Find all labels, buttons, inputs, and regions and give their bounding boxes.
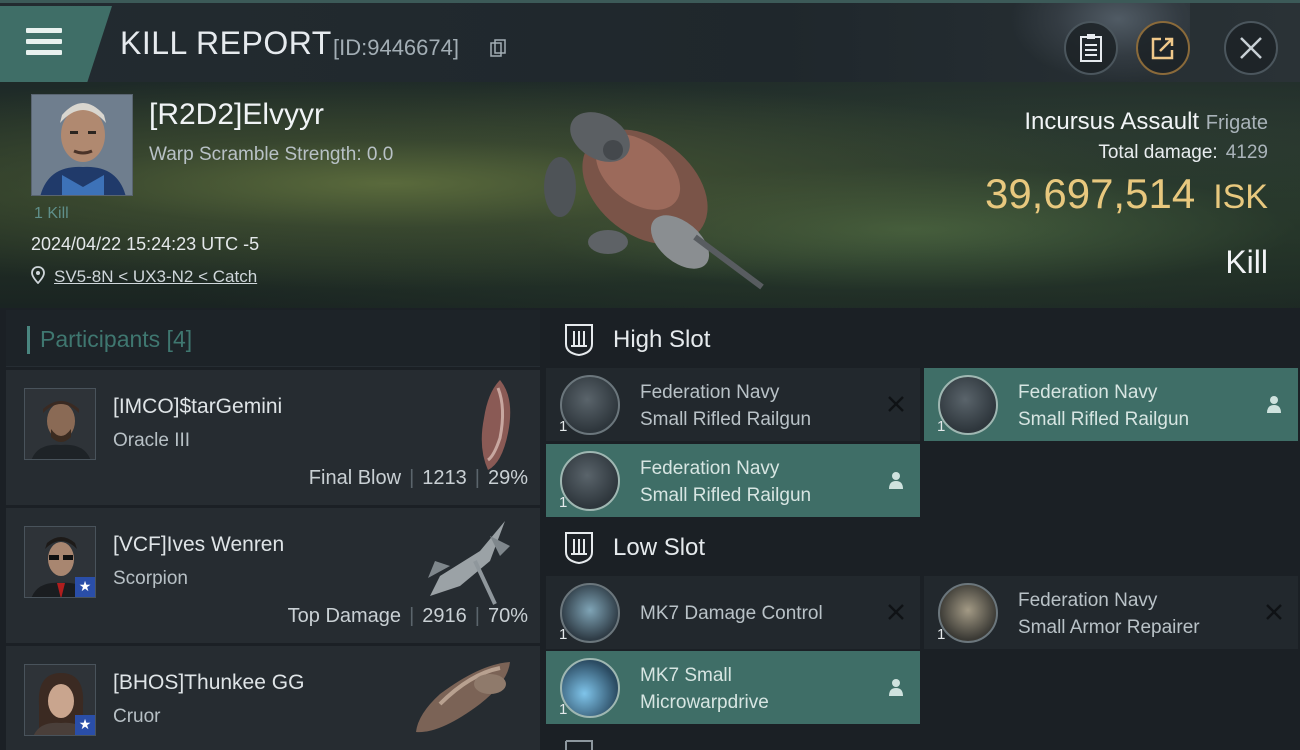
- railgun-icon: [560, 451, 620, 511]
- damage-control-icon: [560, 583, 620, 643]
- high-slot-icon: [565, 324, 593, 356]
- menu-icon: [26, 28, 62, 56]
- warp-scramble-strength: Warp Scramble Strength: 0.0: [149, 144, 394, 165]
- victim-name[interactable]: [R2D2]Elvyyr: [149, 98, 324, 132]
- close-button[interactable]: [1224, 21, 1278, 75]
- page-title: KILL REPORT: [120, 25, 332, 61]
- participant-stats: Final Blow | 1213 | 29%: [308, 467, 528, 489]
- result-label: Kill: [1225, 244, 1268, 280]
- fitting-panel: High Slot 1 Federation Navy Small Rifled …: [546, 310, 1300, 750]
- participant-avatar: ★: [24, 664, 96, 736]
- share-button[interactable]: [1136, 21, 1190, 75]
- star-badge-icon: ★: [75, 577, 95, 597]
- victim-ship-name[interactable]: Incursus Assault Frigate: [1024, 108, 1268, 136]
- destroyed-x-icon: [888, 604, 904, 620]
- kill-location-link[interactable]: SV5-8N < UX3-N2 < Catch: [54, 267, 257, 287]
- module-item[interactable]: 1 Federation Navy Small Armor Repairer: [924, 576, 1298, 649]
- module-item[interactable]: 1 MK7 Small Microwarpdrive: [546, 651, 920, 724]
- module-item[interactable]: 1 MK7 Damage Control: [546, 576, 920, 649]
- total-damage: Total damage: 4129: [1098, 142, 1268, 163]
- isk-value: 39,697,514 ISK: [984, 170, 1268, 217]
- participant-avatar: ★: [24, 526, 96, 598]
- module-item[interactable]: 1 Federation Navy Small Rifled Railgun: [546, 444, 920, 517]
- mid-slot-icon: [565, 740, 593, 750]
- participant-row[interactable]: ★ [BHOS]Thunkee GG Cruor: [6, 646, 540, 750]
- participant-row[interactable]: ★ [VCF]Ives Wenren Scorpion Top Damage | 2…: [6, 508, 540, 643]
- low-slot-header: Low Slot: [546, 518, 1300, 576]
- victim-ship-image: [544, 112, 764, 290]
- module-item[interactable]: 1 Federation Navy Small Rifled Railgun: [546, 368, 920, 441]
- clipboard-icon: [1080, 34, 1102, 62]
- kill-count: 1 Kill: [34, 205, 69, 222]
- participants-header: Participants [4]: [6, 310, 540, 367]
- dropped-person-icon: [889, 472, 903, 489]
- microwarpdrive-icon: [560, 658, 620, 718]
- victim-avatar[interactable]: [31, 94, 133, 196]
- high-slot-header: High Slot: [546, 310, 1300, 368]
- participant-avatar: [24, 388, 96, 460]
- participant-ship-image: [416, 662, 510, 733]
- low-slot-icon: [565, 532, 593, 564]
- destroyed-x-icon: [888, 396, 904, 412]
- participant-ship-image: [481, 380, 511, 470]
- report-id: [ID:9446674]: [333, 35, 459, 60]
- dropped-person-icon: [889, 679, 903, 696]
- close-icon: [1240, 37, 1262, 59]
- clipboard-button[interactable]: [1064, 21, 1118, 75]
- railgun-icon: [560, 375, 620, 435]
- top-bar: KILL REPORT [ID:9446674]: [0, 0, 1300, 83]
- location-pin-icon: [31, 266, 45, 284]
- participants-panel: Participants [4] [IMCO]$tarGemini Oracle…: [6, 310, 540, 750]
- participant-row[interactable]: [IMCO]$tarGemini Oracle III Final Blow | 1…: [6, 370, 540, 505]
- share-icon: [1151, 37, 1174, 60]
- armor-repairer-icon: [938, 583, 998, 643]
- participant-stats: Top Damage | 2916 | 70%: [287, 605, 528, 627]
- dropped-person-icon: [1267, 396, 1281, 413]
- railgun-icon: [938, 375, 998, 435]
- victim-banner: [R2D2]Elvyyr Warp Scramble Strength: 0.0…: [0, 82, 1300, 308]
- kill-datetime: 2024/04/22 15:24:23 UTC -5: [31, 234, 260, 254]
- destroyed-x-icon: [1266, 604, 1282, 620]
- star-badge-icon: ★: [75, 715, 95, 735]
- module-item[interactable]: 1 Federation Navy Small Rifled Railgun: [924, 368, 1298, 441]
- copy-icon[interactable]: [490, 39, 506, 57]
- menu-button[interactable]: [0, 6, 112, 82]
- participant-ship-image: [428, 521, 510, 605]
